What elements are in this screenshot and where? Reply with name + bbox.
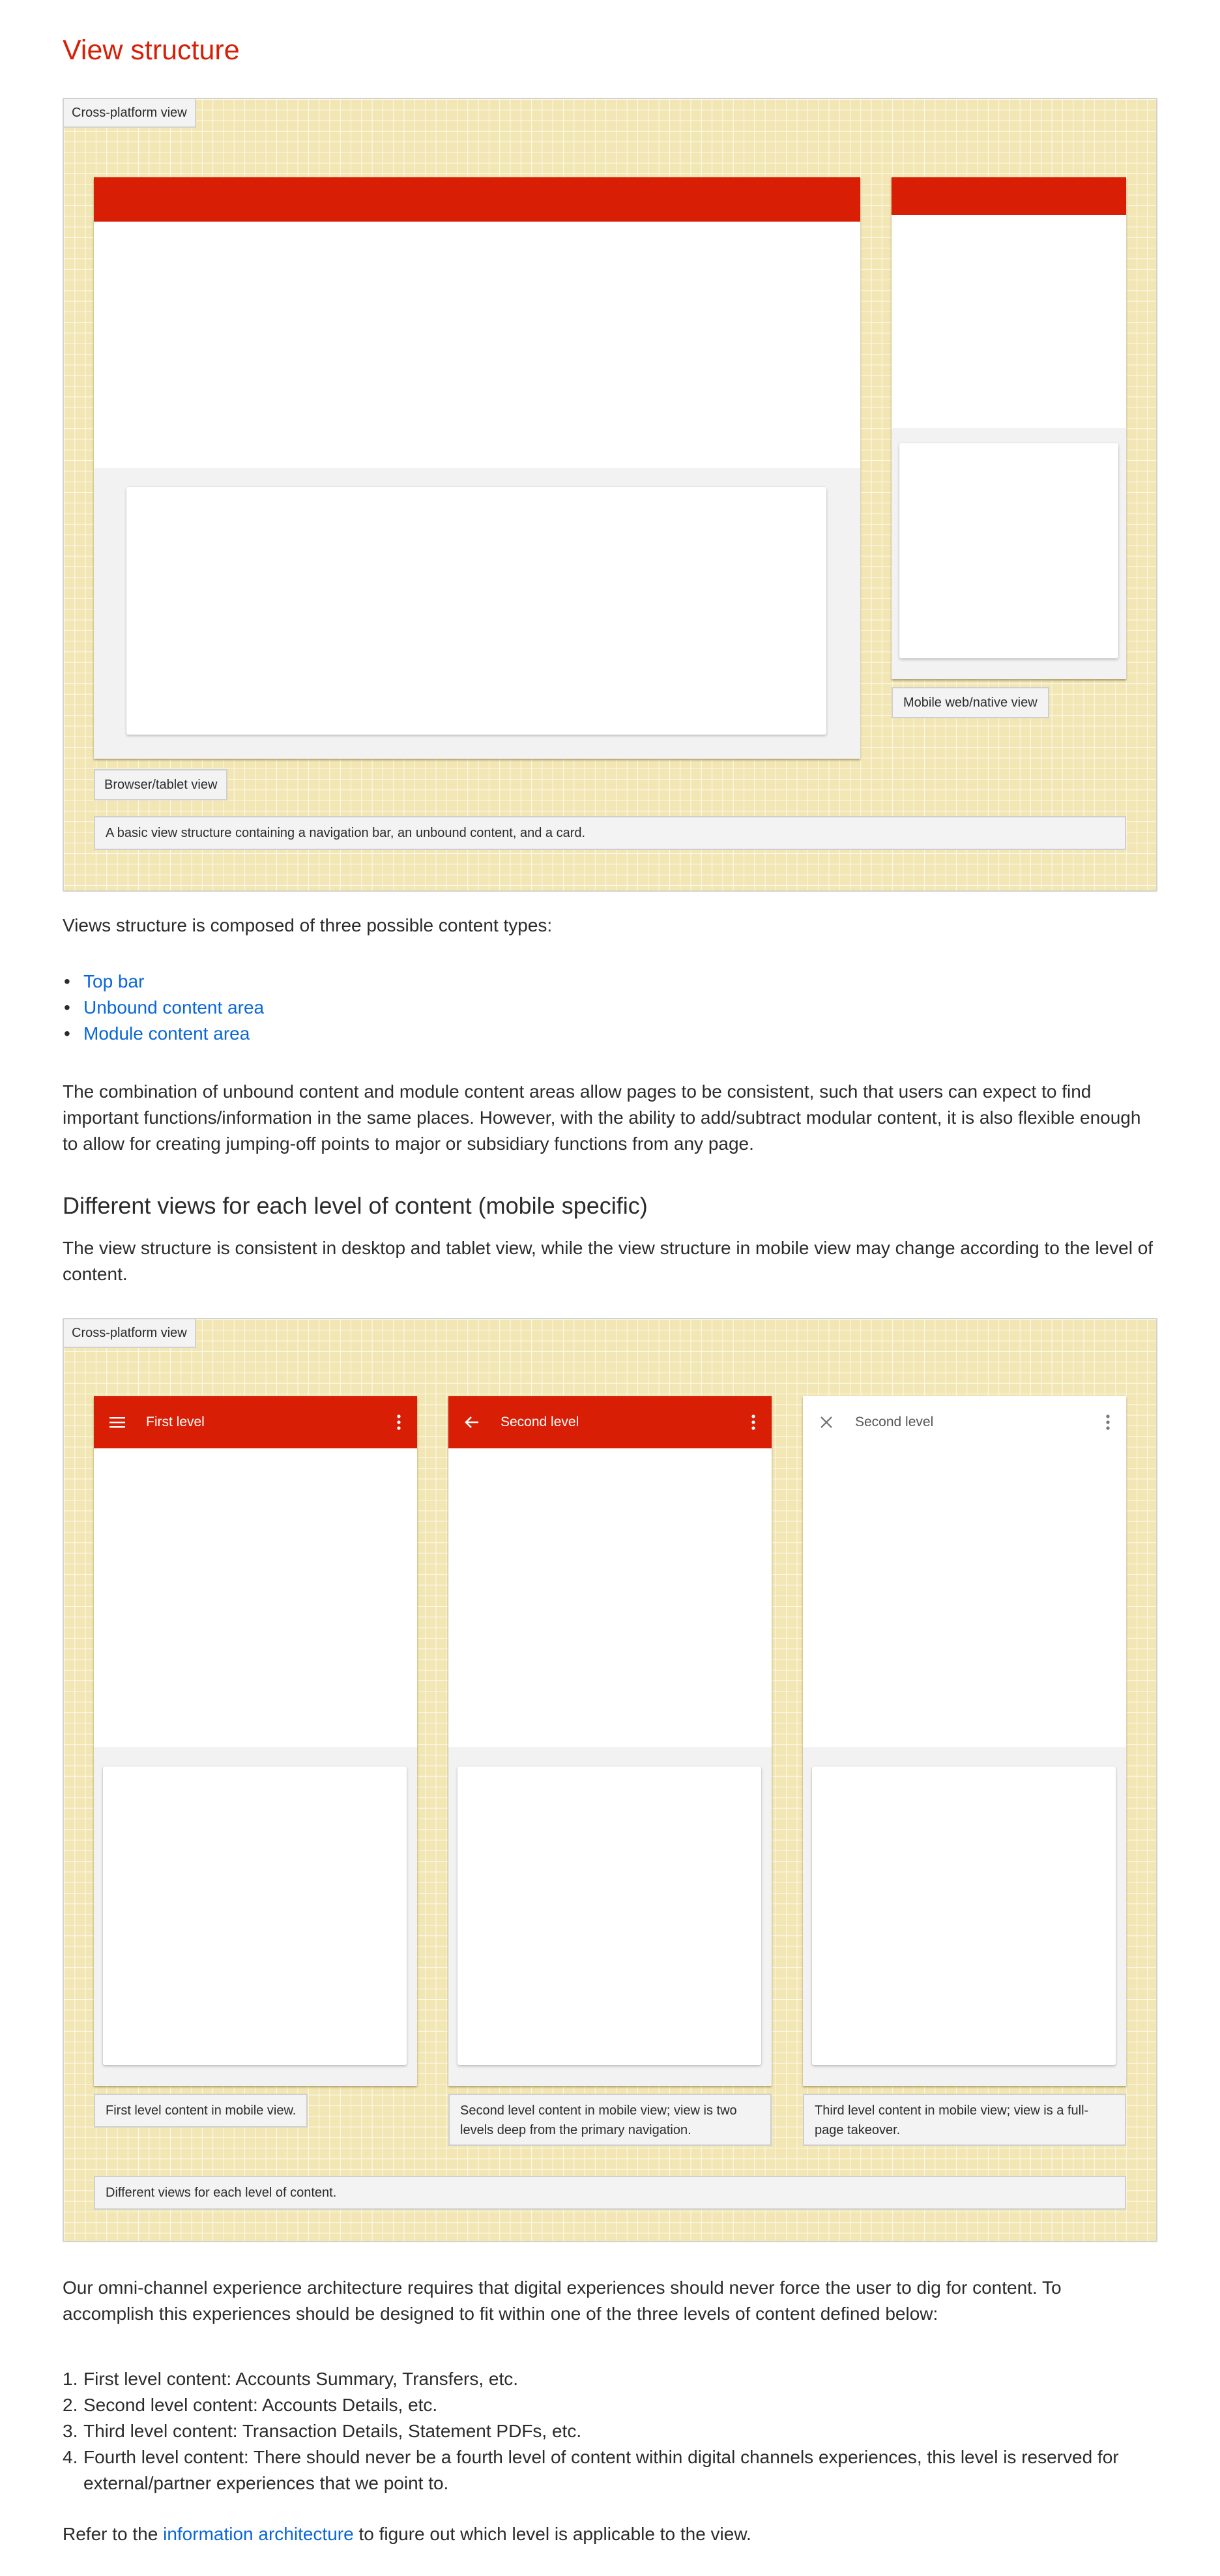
list-number: 3. bbox=[63, 2421, 78, 2441]
view-title: Second level bbox=[501, 1414, 579, 1429]
module-card bbox=[812, 1766, 1116, 2065]
content-types-list: Top bar Unbound content area Module cont… bbox=[63, 969, 1157, 1047]
first-level-caption: First level content in mobile view. bbox=[94, 2094, 308, 2128]
list-item: Unbound content area bbox=[63, 995, 1157, 1021]
list-text: Fourth level content: There should never… bbox=[83, 2447, 1119, 2493]
module-card bbox=[899, 443, 1118, 658]
list-text: Third level content: Transaction Details… bbox=[83, 2421, 582, 2441]
arrow-back-icon[interactable] bbox=[461, 1412, 482, 1433]
top-bar-link[interactable]: Top bar bbox=[83, 971, 144, 991]
close-icon[interactable] bbox=[816, 1412, 837, 1433]
module-card bbox=[458, 1766, 761, 2065]
list-item: 2. Second level content: Accounts Details… bbox=[63, 2392, 1157, 2418]
more-vert-icon[interactable] bbox=[392, 1412, 405, 1433]
module-card bbox=[126, 487, 826, 735]
demo-description: Different views for each level of conten… bbox=[94, 2176, 1126, 2210]
view-title: First level bbox=[146, 1414, 205, 1429]
list-number: 4. bbox=[63, 2447, 78, 2467]
browser-tablet-caption: Browser/tablet view bbox=[94, 769, 228, 800]
architecture-paragraph: Our omni-channel experience architecture… bbox=[63, 2277, 1062, 2324]
more-vert-icon[interactable] bbox=[747, 1412, 760, 1433]
mobile-web-native-view bbox=[892, 177, 1126, 679]
refer-prefix: Refer to the bbox=[63, 2524, 164, 2544]
top-bar: Second level bbox=[803, 1396, 1126, 1448]
mobile-view-first-level: First level bbox=[94, 1396, 417, 2086]
demo-tag: Cross-platform view bbox=[64, 1319, 196, 1348]
cross-platform-demo: Cross-platform view Browser/tablet view … bbox=[63, 98, 1157, 892]
content-types-lead: Views structure is composed of three pos… bbox=[63, 915, 553, 935]
list-text: Second level content: Accounts Details, … bbox=[83, 2395, 438, 2415]
combination-paragraph: The combination of unbound content and m… bbox=[63, 1081, 1141, 1154]
list-item: 1. First level content: Accounts Summary,… bbox=[63, 2366, 1157, 2392]
module-content-area-link[interactable]: Module content area bbox=[83, 1023, 250, 1044]
unbound-content-area bbox=[94, 1448, 417, 1747]
refer-paragraph: Refer to the information architecture to… bbox=[63, 2521, 1157, 2547]
top-bar bbox=[94, 177, 860, 222]
mobile-web-native-caption: Mobile web/native view bbox=[892, 687, 1049, 718]
list-number: 1. bbox=[63, 2369, 78, 2389]
third-level-caption: Third level content in mobile view; view… bbox=[803, 2094, 1126, 2146]
module-card bbox=[103, 1766, 407, 2065]
list-item: Top bar bbox=[63, 969, 1157, 995]
list-item: 4. Fourth level content: There should nev… bbox=[63, 2444, 1157, 2496]
demo-description: A basic view structure containing a navi… bbox=[94, 816, 1126, 850]
list-item: Module content area bbox=[63, 1021, 1157, 1047]
mobile-view-third-level: Second level bbox=[803, 1396, 1126, 2086]
list-item: 3. Third level content: Transaction Detai… bbox=[63, 2418, 1157, 2444]
refer-suffix: to figure out which level is applicable … bbox=[353, 2524, 751, 2544]
list-text: First level content: Accounts Summary, T… bbox=[83, 2369, 519, 2389]
unbound-content-area bbox=[892, 215, 1126, 428]
information-architecture-link[interactable]: information architecture bbox=[163, 2524, 354, 2544]
top-bar: First level bbox=[94, 1396, 417, 1448]
content-levels-list: 1. First level content: Accounts Summary,… bbox=[63, 2366, 1157, 2496]
list-number: 2. bbox=[63, 2395, 78, 2415]
levels-demo: Cross-platform view First level First le… bbox=[63, 1318, 1157, 2242]
unbound-content-area bbox=[803, 1448, 1126, 1747]
page-title: View structure bbox=[63, 35, 240, 66]
menu-icon[interactable] bbox=[107, 1412, 128, 1433]
unbound-content-area bbox=[94, 222, 860, 468]
second-level-caption: Second level content in mobile view; vie… bbox=[448, 2094, 772, 2146]
top-bar: Second level bbox=[448, 1396, 772, 1448]
view-title: Second level bbox=[855, 1414, 934, 1429]
demo-tag: Cross-platform view bbox=[64, 99, 196, 128]
levels-paragraph: The view structure is consistent in desk… bbox=[63, 1238, 1154, 1284]
more-vert-icon[interactable] bbox=[1101, 1412, 1114, 1433]
unbound-content-area bbox=[448, 1448, 772, 1747]
mobile-view-second-level: Second level bbox=[448, 1396, 772, 2086]
top-bar bbox=[892, 177, 1126, 215]
browser-tablet-view bbox=[94, 177, 860, 759]
levels-heading: Different views for each level of conten… bbox=[63, 1192, 648, 1219]
unbound-content-area-link[interactable]: Unbound content area bbox=[83, 997, 264, 1017]
